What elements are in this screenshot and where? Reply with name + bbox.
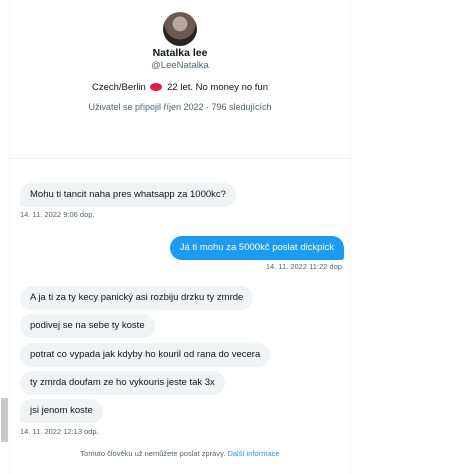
bio-text-location: Czech/Berlin — [91, 82, 146, 93]
message-received[interactable]: podivej se na sebe ty koste — [20, 314, 155, 338]
message-received[interactable]: potrat co vypada jak kdyby ho kouril od … — [20, 343, 271, 367]
left-panel-strip — [0, 0, 10, 474]
message-received[interactable]: A ja ti za ty kecy panický asi rozbiju d… — [20, 286, 254, 310]
message-received[interactable]: Mohu ti tancit naha pres whatsapp za 100… — [20, 183, 236, 207]
bio-text-description: 22 let. No money no fun — [167, 82, 268, 93]
avatar[interactable] — [163, 12, 197, 46]
profile-bio: Czech/Berlin 22 let. No money no fun — [10, 82, 350, 93]
notice-text: Tomuto člověku už nemůžete poslat zprávy… — [80, 449, 226, 458]
message-timestamp: 14. 11. 2022 11:22 dop. — [265, 262, 344, 271]
profile-handle: @LeeNatalka — [151, 60, 209, 71]
message-timestamp: 14. 11. 2022 12:13 odp. — [20, 427, 99, 436]
message-received[interactable]: ty zmrda doufam ze ho vykouris jeste tak… — [20, 371, 225, 395]
message-timestamp: 14. 11. 2022 9:06 dop. — [20, 210, 95, 219]
profile-name[interactable]: Natalka lee — [10, 47, 350, 59]
cannot-message-notice: Tomuto člověku už nemůžete poslat zprávy… — [10, 449, 350, 458]
divider — [10, 158, 350, 159]
kiss-mark-emoji-icon — [150, 83, 163, 91]
panel-divider — [350, 0, 351, 474]
message-received[interactable]: jsi jenom koste — [20, 399, 103, 423]
learn-more-link[interactable]: Další informace — [227, 449, 279, 458]
message-sent[interactable]: Já ti mohu za 5000kč poslat dickpick — [169, 236, 344, 260]
scrollbar-thumb[interactable] — [1, 398, 8, 442]
profile-join-info: Uživatel se připojil říjen 2022 · 796 sl… — [88, 102, 272, 112]
